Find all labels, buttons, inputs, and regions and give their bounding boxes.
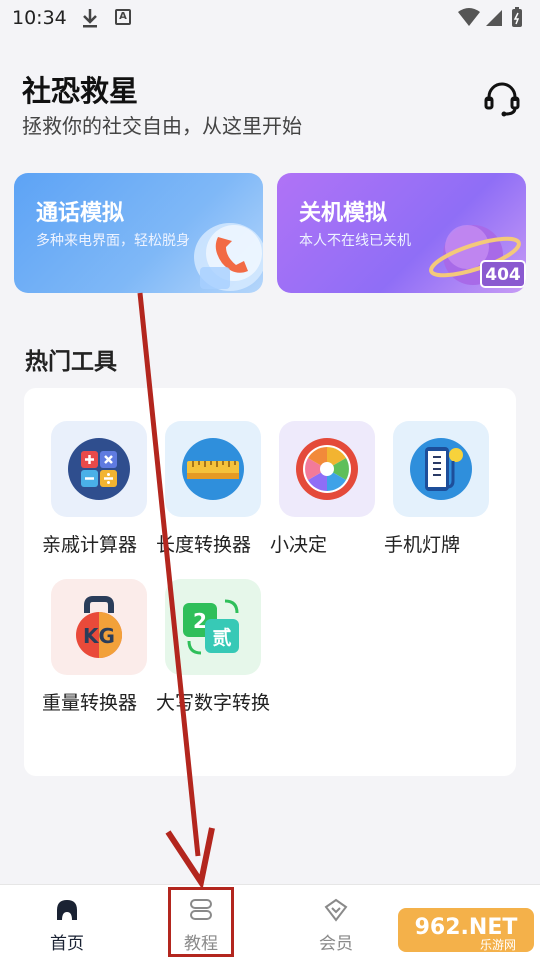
tool-tile: KG — [51, 579, 147, 675]
diamond-icon — [324, 898, 348, 922]
404-art-text: 404 — [485, 265, 521, 285]
tool-label: 亲戚计算器 — [42, 534, 138, 556]
watermark-sub: 乐游网 — [480, 938, 516, 952]
kg-art-text: KG — [83, 624, 115, 648]
tool-capital-number-converter[interactable]: 2 贰 大写数字转换 — [156, 579, 274, 729]
shutdown-simulation-card[interactable]: 关机模拟 本人不在线已关机 404 — [277, 173, 526, 293]
card-title: 通话模拟 — [36, 201, 125, 226]
headset-support-icon[interactable] — [482, 80, 522, 120]
signal-battery-icon — [458, 7, 522, 27]
wheel-icon — [296, 438, 358, 500]
card-desc: 本人不在线已关机 — [299, 233, 411, 249]
page-title: 社恐救星 — [22, 74, 139, 108]
app-badge-icon: A — [115, 9, 131, 25]
phone-led-icon — [410, 438, 472, 500]
number-convert-icon: 2 贰 — [183, 599, 239, 655]
tool-panel: 亲戚计算器 长度转换器 小决定 手机灯牌 KG 重量转换器 2 贰 大写数字转换 — [24, 388, 516, 776]
nav-home[interactable]: 首页 — [22, 885, 112, 960]
download-icon — [83, 9, 97, 28]
watermark-text: 962.NET — [415, 915, 518, 940]
ruler-icon — [182, 438, 244, 500]
tool-tile — [165, 421, 261, 517]
tool-tile — [279, 421, 375, 517]
call-simulation-card[interactable]: 通话模拟 多种来电界面，轻松脱身 — [14, 173, 263, 293]
nav-label: 首页 — [50, 934, 84, 954]
card-desc: 多种来电界面，轻松脱身 — [36, 233, 190, 249]
tool-label: 大写数字转换 — [156, 692, 271, 714]
tool-length-converter[interactable]: 长度转换器 — [156, 421, 274, 571]
planet-404-icon: 404 — [429, 225, 526, 288]
watermark-logo: 962.NET 乐游网 — [398, 908, 534, 952]
tool-tile — [393, 421, 489, 517]
tool-tile — [51, 421, 147, 517]
tool-small-decision[interactable]: 小决定 — [270, 421, 388, 571]
calculator-icon — [68, 438, 130, 500]
number-art-b: 贰 — [212, 626, 231, 649]
tool-relative-calculator[interactable]: 亲戚计算器 — [42, 421, 160, 571]
tool-tile: 2 贰 — [165, 579, 261, 675]
tool-label: 重量转换器 — [42, 692, 138, 714]
kettlebell-icon: KG — [76, 596, 122, 658]
status-time: 10:34 — [12, 7, 67, 29]
home-icon — [57, 900, 77, 920]
status-bar: 10:34 A — [0, 0, 540, 36]
tool-weight-converter[interactable]: KG 重量转换器 — [42, 579, 160, 729]
section-title: 热门工具 — [25, 349, 117, 375]
tool-label: 手机灯牌 — [384, 534, 461, 556]
nav-label: 会员 — [319, 934, 353, 954]
tool-label: 小决定 — [270, 534, 328, 556]
tool-label: 长度转换器 — [156, 534, 252, 556]
number-art-a: 2 — [193, 609, 207, 633]
card-title: 关机模拟 — [299, 201, 388, 226]
phone-icon — [194, 223, 263, 291]
tool-phone-led[interactable]: 手机灯牌 — [384, 421, 502, 571]
nav-membership[interactable]: 会员 — [291, 885, 381, 960]
annotation-highlight-box — [168, 887, 234, 957]
page-subtitle: 拯救你的社交自由，从这里开始 — [22, 114, 302, 138]
